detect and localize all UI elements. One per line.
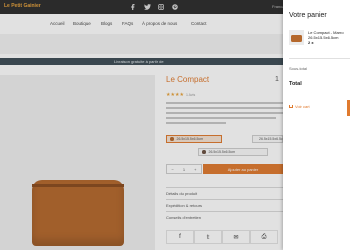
wallet-thumbnail <box>291 35 302 42</box>
cart-title: Votre panier <box>289 12 327 19</box>
cart-backdrop-overlay[interactable] <box>0 0 283 250</box>
subtotal-label: Sous-total <box>289 66 308 71</box>
cart-item[interactable]: Le Compact - Marro 26.5x15.5x6.5cm 2 x <box>289 28 350 52</box>
cart-item-thumbnail <box>289 30 304 45</box>
total-label: Total <box>289 81 302 87</box>
cart-divider <box>289 58 350 59</box>
see-cart-label: Voir cart <box>295 104 310 109</box>
cart-icon <box>289 104 293 109</box>
see-cart-link[interactable]: Voir cart <box>289 104 310 109</box>
cart-drawer: Votre panier Le Compact - Marro 26.5x15.… <box>283 0 350 250</box>
cart-item-qty: 2 x <box>308 40 314 45</box>
